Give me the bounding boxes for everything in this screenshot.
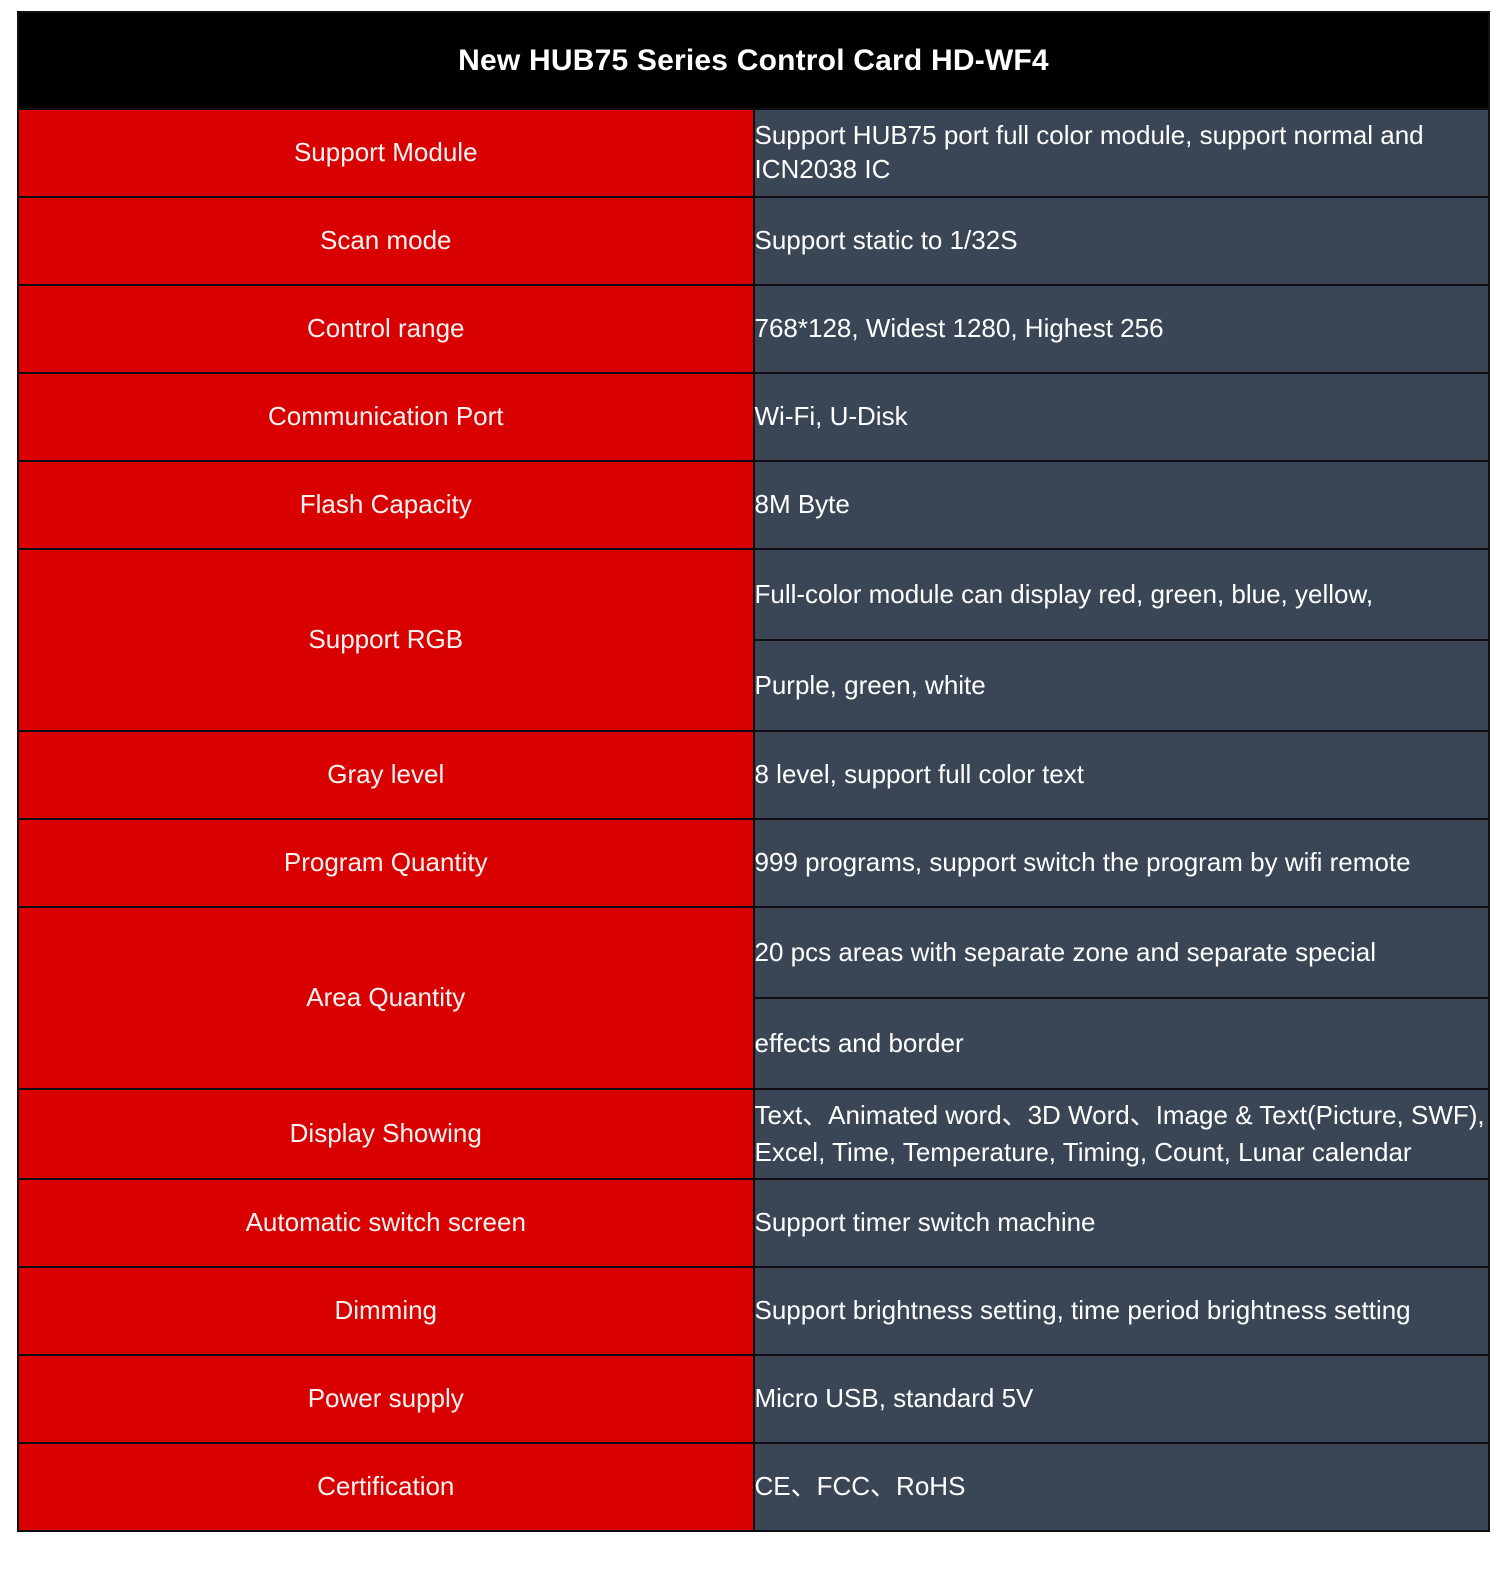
spec-label-power-supply: Power supply [17, 1354, 755, 1444]
spec-value-area-quantity-line2: effects and border [752, 997, 1490, 1090]
spec-sheet-page: New HUB75 Series Control Card HD-WF4 Sup… [0, 0, 1504, 1590]
table-row: Display Showing Text、Animated word、3D Wo… [17, 1088, 1490, 1180]
spec-value-support-rgb-line1: Full-color module can display red, green… [752, 548, 1490, 641]
spec-label-support-module: Support Module [17, 108, 755, 198]
spec-label-dimming: Dimming [17, 1266, 755, 1356]
table-row: Support Module Support HUB75 port full c… [17, 108, 1490, 198]
table-row: Communication Port Wi-Fi, U-Disk [17, 372, 1490, 462]
table-row: Scan mode Support static to 1/32S [17, 196, 1490, 286]
spec-label-control-range: Control range [17, 284, 755, 374]
spec-value-flash-capacity: 8M Byte [752, 460, 1490, 550]
spec-value-area-quantity-line1: 20 pcs areas with separate zone and sepa… [752, 906, 1490, 999]
spec-value-certification: CE、FCC、RoHS [752, 1442, 1490, 1532]
table-title-row: New HUB75 Series Control Card HD-WF4 [17, 11, 1490, 110]
spec-value-program-quantity: 999 programs, support switch the program… [752, 818, 1490, 908]
spec-label-gray-level: Gray level [17, 730, 755, 820]
table-row: Automatic switch screen Support timer sw… [17, 1178, 1490, 1268]
spec-value-control-range: 768*128, Widest 1280, Highest 256 [752, 284, 1490, 374]
table-row: Support RGB Full-color module can displa… [17, 548, 1490, 732]
table-row: Power supply Micro USB, standard 5V [17, 1354, 1490, 1444]
spec-value-support-rgb-line2: Purple, green, white [752, 639, 1490, 732]
table-row: Gray level 8 level, support full color t… [17, 730, 1490, 820]
spec-label-automatic-switch-screen: Automatic switch screen [17, 1178, 755, 1268]
spec-label-program-quantity: Program Quantity [17, 818, 755, 908]
table-row: Dimming Support brightness setting, time… [17, 1266, 1490, 1356]
spec-value-support-module: Support HUB75 port full color module, su… [752, 108, 1490, 198]
spec-label-certification: Certification [17, 1442, 755, 1532]
spec-label-area-quantity: Area Quantity [17, 906, 755, 1090]
spec-value-communication-port: Wi-Fi, U-Disk [752, 372, 1490, 462]
spec-label-support-rgb: Support RGB [17, 548, 755, 732]
table-row: Control range 768*128, Widest 1280, High… [17, 284, 1490, 374]
spec-label-communication-port: Communication Port [17, 372, 755, 462]
spec-value-power-supply: Micro USB, standard 5V [752, 1354, 1490, 1444]
table-row: Program Quantity 999 programs, support s… [17, 818, 1490, 908]
specification-table: New HUB75 Series Control Card HD-WF4 Sup… [17, 11, 1490, 1532]
spec-value-scan-mode: Support static to 1/32S [752, 196, 1490, 286]
page-title: New HUB75 Series Control Card HD-WF4 [17, 11, 1490, 110]
spec-label-display-showing: Display Showing [17, 1088, 755, 1180]
spec-label-flash-capacity: Flash Capacity [17, 460, 755, 550]
table-row: Certification CE、FCC、RoHS [17, 1442, 1490, 1532]
spec-value-dimming: Support brightness setting, time period … [752, 1266, 1490, 1356]
spec-value-display-showing: Text、Animated word、3D Word、Image & Text(… [752, 1088, 1490, 1180]
spec-value-automatic-switch-screen: Support timer switch machine [752, 1178, 1490, 1268]
table-row: Area Quantity 20 pcs areas with separate… [17, 906, 1490, 1090]
table-row: Flash Capacity 8M Byte [17, 460, 1490, 550]
spec-label-scan-mode: Scan mode [17, 196, 755, 286]
spec-value-gray-level: 8 level, support full color text [752, 730, 1490, 820]
